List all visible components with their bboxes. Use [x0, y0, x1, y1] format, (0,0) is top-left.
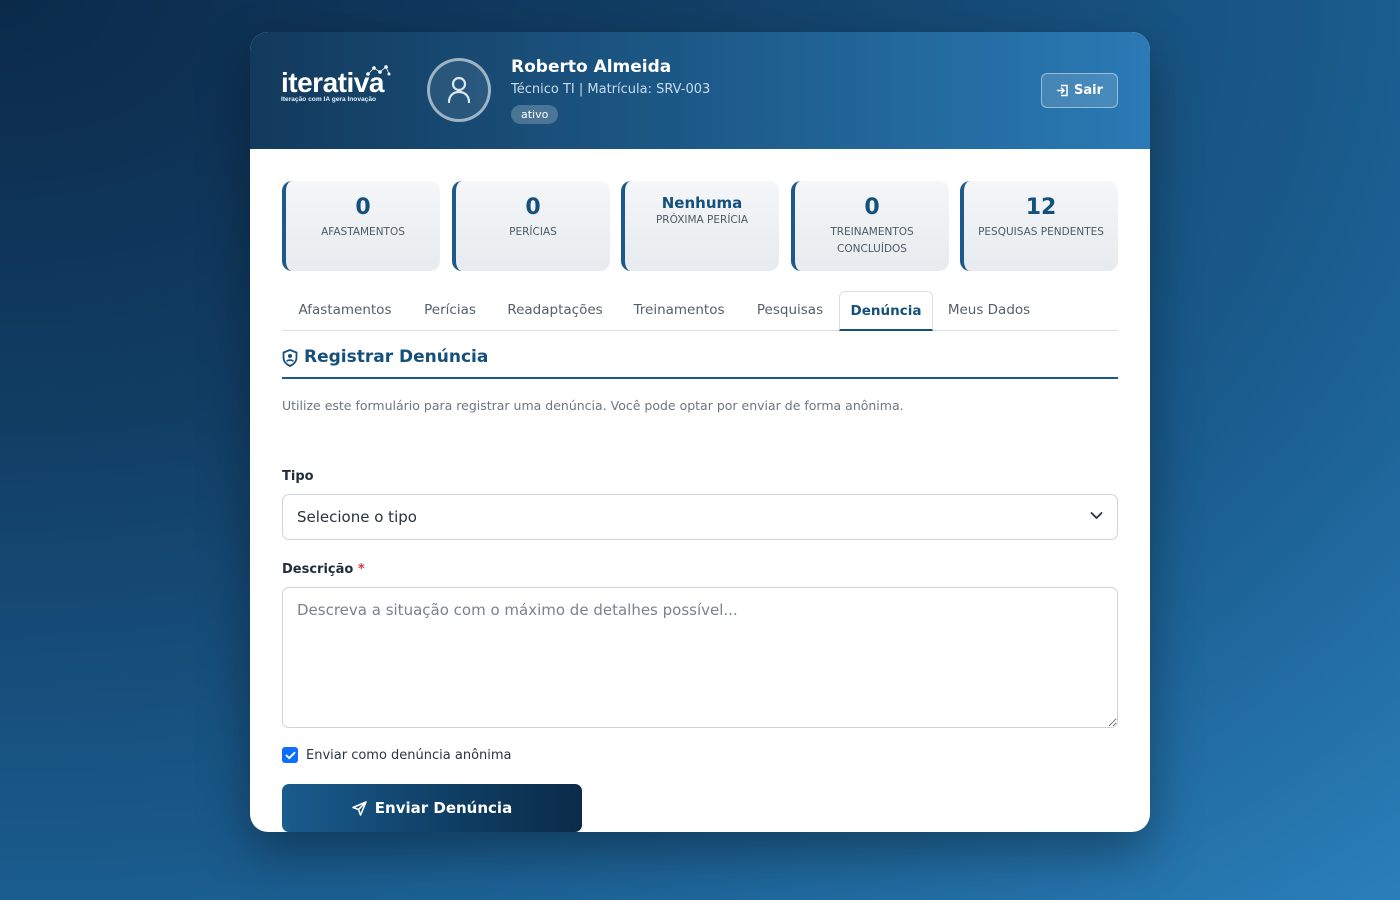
tab-pericias[interactable]: Perícias: [408, 291, 492, 331]
tab-readaptacoes[interactable]: Readaptações: [492, 291, 618, 331]
stat-label: AFASTAMENTOS: [321, 226, 405, 238]
tab-meus-dados[interactable]: Meus Dados: [933, 291, 1045, 331]
avatar: [427, 58, 491, 122]
stat-pesquisas: 12 PESQUISAS PENDENTES: [960, 181, 1118, 271]
profile-header: iterativa Iteração com IA gera Inovação …: [250, 32, 1150, 149]
brand-logo: iterativa Iteração com IA gera Inovação: [281, 65, 393, 112]
check-icon: [285, 751, 295, 759]
tipo-label: Tipo: [282, 469, 314, 484]
send-icon: [351, 800, 367, 816]
stat-afastamentos: 0 AFASTAMENTOS: [282, 181, 440, 271]
stat-value: Nenhuma: [661, 194, 743, 212]
stat-label: PESQUISAS PENDENTES: [978, 226, 1104, 238]
main-card: iterativa Iteração com IA gera Inovação …: [250, 32, 1150, 832]
logout-button[interactable]: Sair: [1041, 73, 1118, 108]
tipo-select[interactable]: Selecione o tipo: [282, 494, 1118, 540]
tab-treinamentos[interactable]: Treinamentos: [618, 291, 740, 331]
logout-label: Sair: [1073, 83, 1103, 98]
section-header: Registrar Denúncia: [282, 347, 1118, 379]
status-badge: ativo: [511, 105, 559, 124]
stat-label: TREINAMENTOS CONCLUÍDOS: [830, 226, 914, 255]
logo-network-icon: [366, 65, 391, 76]
section-title: Registrar Denúncia: [304, 347, 489, 367]
tab-denuncia[interactable]: Denúncia: [839, 291, 933, 331]
stats-row: 0 AFASTAMENTOS 0 PERÍCIAS Nenhuma PRÓXIM…: [282, 181, 1118, 271]
tab-bar: Afastamentos Perícias Readaptações Trein…: [282, 291, 1118, 331]
stat-treinamentos: 0 TREINAMENTOS CONCLUÍDOS: [791, 181, 949, 271]
stat-value: 0: [525, 195, 541, 220]
logout-icon: [1056, 84, 1068, 97]
stat-value: 0: [355, 195, 371, 220]
required-mark: *: [357, 562, 365, 577]
user-role: Técnico TI | Matrícula: SRV-003: [511, 82, 711, 97]
anonymous-option: Enviar como denúncia anônima: [282, 747, 512, 763]
stat-pericias: 0 PERÍCIAS: [452, 181, 610, 271]
user-name: Roberto Almeida: [511, 57, 672, 77]
descricao-label-text: Descrição: [282, 562, 354, 577]
chevron-down-icon: [1090, 512, 1103, 519]
stat-label: PRÓXIMA PERÍCIA: [655, 214, 749, 226]
stat-value: 0: [864, 195, 880, 220]
stat-proxima-pericia: Nenhuma PRÓXIMA PERÍCIA: [621, 181, 779, 271]
descricao-label: Descrição *: [282, 562, 365, 577]
submit-denuncia-button[interactable]: Enviar Denúncia: [282, 784, 582, 832]
tab-afastamentos[interactable]: Afastamentos: [282, 291, 408, 331]
stat-value: 12: [1025, 195, 1057, 220]
anonymous-checkbox[interactable]: [282, 747, 298, 763]
anonymous-label[interactable]: Enviar como denúncia anônima: [306, 748, 512, 763]
submit-label: Enviar Denúncia: [374, 799, 513, 817]
descricao-textarea[interactable]: [282, 587, 1118, 728]
user-icon: [447, 76, 471, 104]
tipo-selected-value: Selecione o tipo: [297, 508, 417, 526]
shield-user-icon: [282, 349, 298, 367]
stat-label: PERÍCIAS: [509, 226, 557, 238]
tab-pesquisas[interactable]: Pesquisas: [740, 291, 840, 331]
form-intro: Utilize este formulário para registrar u…: [282, 398, 904, 413]
